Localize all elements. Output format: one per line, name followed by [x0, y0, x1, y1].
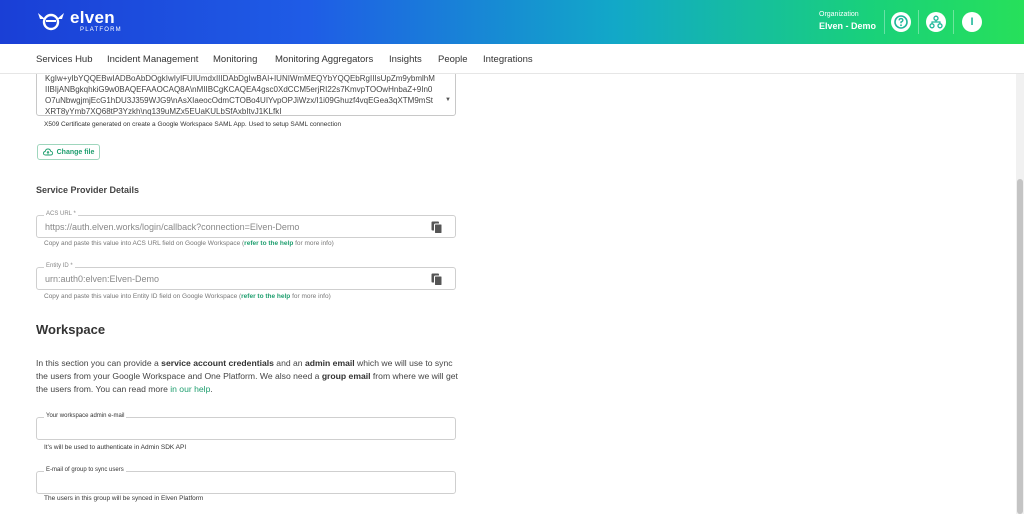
main-navigation: Services Hub Incident Management Monitor…: [0, 44, 1024, 74]
page-scrollbar[interactable]: [1016, 74, 1024, 514]
logo-name: elven: [70, 8, 115, 27]
nav-monitoring[interactable]: Monitoring: [213, 54, 257, 65]
admin-email-helper: It's will be used to authenticate in Adm…: [44, 444, 187, 451]
admin-email-input[interactable]: Your workspace admin e-mail: [36, 413, 456, 440]
user-avatar-button[interactable]: I: [962, 12, 982, 32]
top-header: elven PLATFORM Organization Elven - Demo…: [0, 0, 1024, 44]
acs-url-helper: Copy and paste this value into ACS URL f…: [44, 240, 334, 247]
group-email-label: E-mail of group to sync users: [44, 467, 126, 473]
certificate-value: KgIw+yIbYQQEBwIADBoAbDOgkIwIyIFUIUmdxIII…: [45, 74, 435, 116]
elven-logo[interactable]: elven PLATFORM: [36, 9, 122, 33]
header-divider: [953, 10, 954, 34]
header-divider: [918, 10, 919, 34]
cloud-upload-icon: [42, 148, 53, 156]
acs-url-value: https://auth.elven.works/login/callback?…: [45, 222, 300, 232]
workspace-description: In this section you can provide a servic…: [36, 358, 458, 394]
workspace-help-link[interactable]: in our help: [170, 384, 210, 394]
service-provider-title: Service Provider Details: [36, 185, 140, 195]
acs-url-field[interactable]: ACS URL * https://auth.elven.works/login…: [36, 211, 456, 238]
group-email-helper: The users in this group will be synced i…: [44, 495, 204, 502]
entity-help-link[interactable]: refer to the help: [241, 293, 290, 300]
organization-selector[interactable]: Organization Elven - Demo: [819, 11, 876, 31]
group-email-input[interactable]: E-mail of group to sync users: [36, 467, 456, 494]
copy-icon[interactable]: [431, 221, 443, 234]
entity-id-helper: Copy and paste this value into Entity ID…: [44, 293, 331, 300]
elven-logo-icon: [38, 13, 64, 31]
logo-subtitle: PLATFORM: [80, 27, 122, 33]
acs-url-label: ACS URL *: [44, 211, 78, 217]
workspace-title: Workspace: [36, 322, 106, 337]
organization-tree-button[interactable]: [926, 12, 946, 32]
textarea-scroll-down-icon[interactable]: ▼: [445, 95, 451, 106]
hierarchy-icon: [929, 15, 943, 29]
change-file-label: Change file: [56, 148, 95, 156]
certificate-textarea[interactable]: KgIw+yIbYQQEBwIADBoAbDOgkIwIyIFUIUmdxIII…: [36, 74, 456, 116]
acs-help-link[interactable]: refer to the help: [244, 240, 293, 247]
admin-email-label: Your workspace admin e-mail: [44, 413, 127, 419]
nav-monitoring-aggregators[interactable]: Monitoring Aggregators: [275, 54, 373, 65]
nav-services-hub[interactable]: Services Hub: [36, 54, 93, 65]
nav-insights[interactable]: Insights: [389, 54, 422, 65]
nav-people[interactable]: People: [438, 54, 468, 65]
change-file-button[interactable]: Change file: [37, 144, 100, 160]
nav-integrations[interactable]: Integrations: [483, 54, 533, 65]
copy-icon[interactable]: [431, 273, 443, 286]
user-avatar-icon: I: [970, 16, 974, 28]
organization-name: Elven - Demo: [819, 21, 877, 31]
help-button[interactable]: [891, 12, 911, 32]
entity-id-label: Entity ID *: [44, 263, 75, 269]
help-circle-icon: [894, 15, 908, 29]
nav-incident-management[interactable]: Incident Management: [107, 54, 198, 65]
certificate-helper: X509 Certificate generated on create a G…: [44, 121, 342, 128]
entity-id-value: urn:auth0:elven:Elven-Demo: [45, 274, 160, 284]
scrollbar-thumb[interactable]: [1017, 179, 1023, 514]
header-divider: [884, 10, 885, 34]
page-content: KgIw+yIbYQQEBwIADBoAbDOgkIwIyIFUIUmdxIII…: [0, 74, 1016, 514]
organization-label: Organization: [819, 11, 859, 18]
entity-id-field[interactable]: Entity ID * urn:auth0:elven:Elven-Demo: [36, 263, 456, 290]
